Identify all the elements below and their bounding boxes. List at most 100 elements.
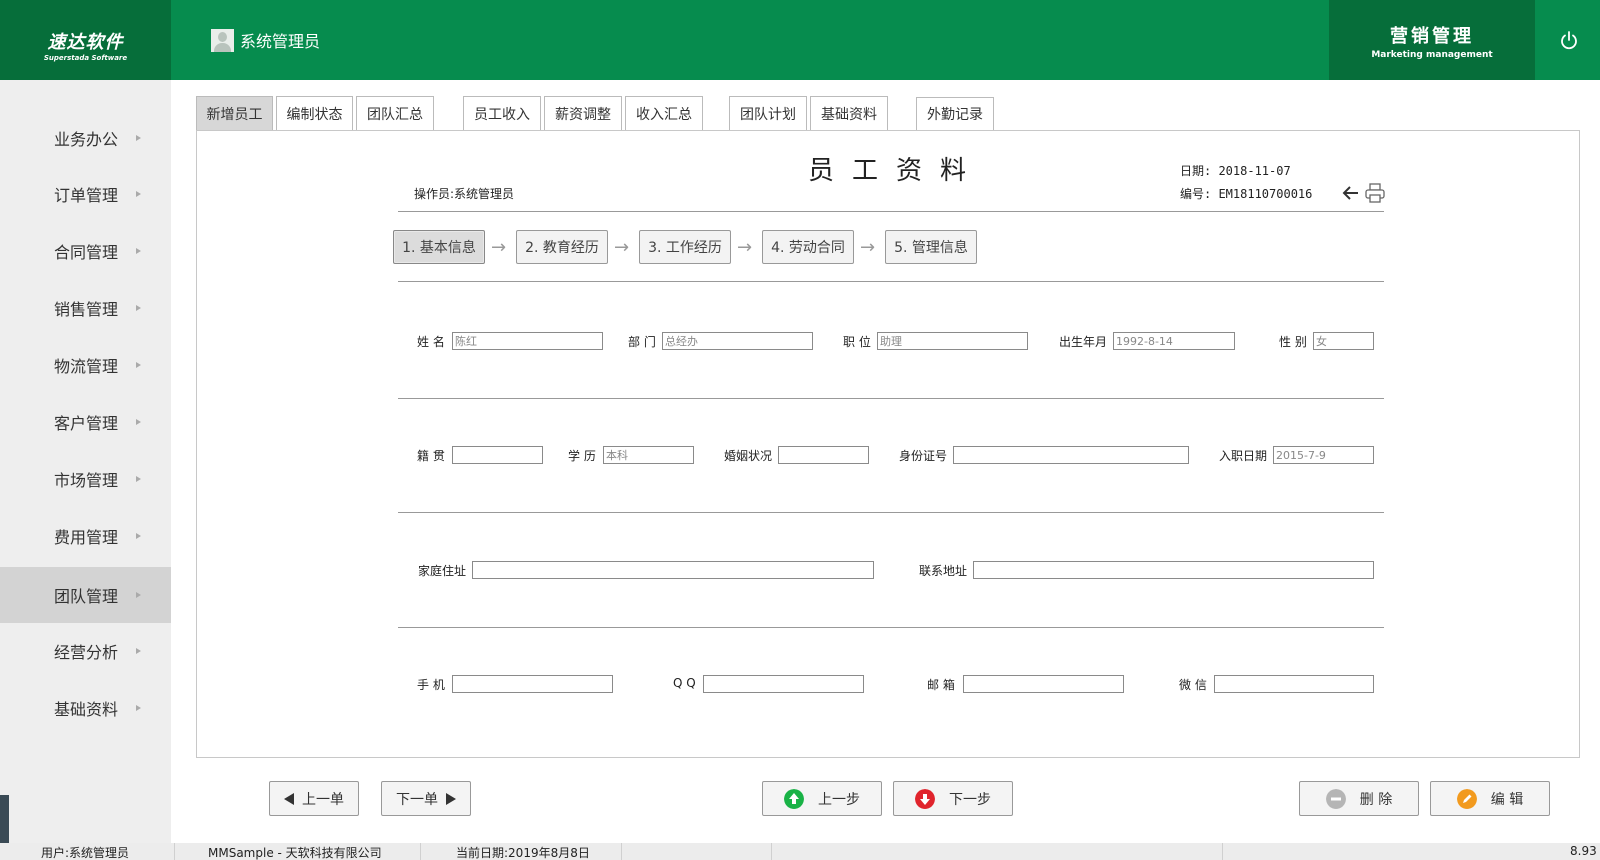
email-label: 邮 箱 (927, 678, 955, 692)
department-label: 部 门 (628, 335, 656, 349)
sidebar-item-team[interactable]: 团队管理 (0, 567, 171, 623)
status-company: MMSample - 天软科技有限公司 (208, 846, 382, 860)
id-card-field[interactable] (953, 446, 1189, 464)
step-labor-contract[interactable]: 4. 劳动合同 (762, 230, 854, 264)
side-handle[interactable] (0, 795, 9, 845)
status-separator (174, 843, 175, 860)
sidebar-item-label: 客户管理 (54, 414, 119, 433)
education-field[interactable] (603, 446, 694, 464)
sidebar-item-orders[interactable]: 订单管理 (0, 166, 171, 222)
sidebar-item-label: 费用管理 (54, 528, 119, 547)
next-record-button[interactable]: 下一单 (381, 781, 471, 816)
qq-label: Q Q (673, 676, 696, 690)
marital-status-field[interactable] (778, 446, 869, 464)
delete-button[interactable]: 删 除 (1299, 781, 1419, 816)
contact-address-field[interactable] (973, 561, 1374, 579)
prev-record-button[interactable]: 上一单 (269, 781, 359, 816)
document-number: 编号: EM18110700016 (1180, 187, 1313, 201)
status-version: 8.93 (1570, 844, 1597, 858)
sidebar-item-basic-data[interactable]: 基础资料 (0, 680, 171, 736)
sidebar-item-contracts[interactable]: 合同管理 (0, 223, 171, 279)
home-address-field[interactable] (472, 561, 874, 579)
sidebar-item-label: 合同管理 (54, 243, 119, 262)
position-field[interactable] (877, 332, 1028, 350)
section-divider (398, 627, 1384, 628)
position-label: 职 位 (843, 335, 871, 349)
tab-income-summary[interactable]: 收入汇总 (625, 96, 703, 130)
sidebar-item-customers[interactable]: 客户管理 (0, 394, 171, 450)
printer-icon[interactable] (1364, 182, 1386, 204)
status-current-date: 当前日期:2019年8月8日 (456, 846, 590, 860)
education-label: 学 历 (568, 449, 596, 463)
prev-record-label: 上一单 (302, 791, 344, 808)
chevron-right-icon (136, 248, 141, 254)
tab-salary-adjust[interactable]: 薪资调整 (544, 96, 622, 130)
step-arrow-icon: → (491, 237, 507, 258)
tab-new-employee[interactable]: 新增员工 (196, 96, 273, 130)
power-icon[interactable] (1557, 28, 1581, 52)
section-divider (398, 281, 1384, 282)
wechat-field[interactable] (1214, 675, 1374, 693)
chevron-right-icon (136, 476, 141, 482)
next-step-button[interactable]: 下一步 (893, 781, 1013, 816)
back-arrow-icon[interactable] (1341, 183, 1361, 203)
sidebar-item-label: 销售管理 (54, 300, 119, 319)
chevron-right-icon (136, 419, 141, 425)
birth-field[interactable] (1113, 332, 1235, 350)
sidebar-item-logistics[interactable]: 物流管理 (0, 337, 171, 393)
next-record-label: 下一单 (396, 791, 438, 808)
section-divider (398, 398, 1384, 399)
status-separator (621, 843, 622, 860)
name-field[interactable] (452, 332, 603, 350)
sidebar-item-label: 经营分析 (54, 643, 119, 662)
id-card-label: 身份证号 (899, 449, 948, 463)
sidebar-item-market[interactable]: 市场管理 (0, 451, 171, 507)
tab-field-records[interactable]: 外勤记录 (916, 97, 994, 131)
tab-team-summary[interactable]: 团队汇总 (356, 96, 434, 130)
sidebar-item-expenses[interactable]: 费用管理 (0, 508, 171, 564)
gender-field[interactable] (1313, 332, 1374, 350)
prev-step-button[interactable]: 上一步 (762, 781, 882, 816)
user-avatar-icon (211, 28, 234, 52)
native-place-field[interactable] (452, 446, 543, 464)
header-divider (398, 211, 1384, 212)
chevron-right-icon (136, 305, 141, 311)
status-user: 用户:系统管理员 (41, 846, 130, 860)
step-arrow-icon: → (614, 237, 630, 258)
user-name: 系统管理员 (240, 32, 321, 51)
sidebar-item-analysis[interactable]: 经营分析 (0, 623, 171, 679)
step-management-info[interactable]: 5. 管理信息 (885, 230, 977, 264)
sidebar-item-label: 基础资料 (54, 700, 119, 719)
logo-title: 速达软件 (47, 32, 124, 53)
tab-staffing-status[interactable]: 编制状态 (276, 96, 353, 130)
tab-basic-data[interactable]: 基础资料 (810, 96, 888, 130)
home-address-label: 家庭住址 (418, 564, 467, 578)
step-education[interactable]: 2. 教育经历 (516, 230, 608, 264)
document-title: 员工资料 (808, 156, 985, 186)
contact-address-label: 联系地址 (919, 564, 968, 578)
tab-team-plan[interactable]: 团队计划 (729, 96, 807, 130)
step-basic-info[interactable]: 1. 基本信息 (393, 230, 485, 264)
triangle-left-icon (284, 792, 294, 805)
department-field[interactable] (662, 332, 813, 350)
qq-field[interactable] (703, 675, 864, 693)
delete-label: 删 除 (1359, 791, 1393, 808)
tab-employee-income[interactable]: 员工收入 (463, 96, 541, 130)
step-work-history[interactable]: 3. 工作经历 (639, 230, 731, 264)
email-field[interactable] (963, 675, 1124, 693)
current-user[interactable]: 系统管理员 (211, 28, 320, 52)
document-date: 日期: 2018-11-07 (1180, 164, 1291, 178)
sidebar-item-sales[interactable]: 销售管理 (0, 280, 171, 336)
edit-button[interactable]: 编 辑 (1430, 781, 1550, 816)
brand-logo: 速达软件 Superstada Software (0, 0, 171, 80)
status-separator (771, 843, 772, 860)
hire-date-field[interactable] (1273, 446, 1374, 464)
sidebar-item-label: 订单管理 (54, 186, 119, 205)
step-arrow-icon: → (737, 237, 753, 258)
sidebar-item-business-office[interactable]: 业务办公 (0, 110, 171, 166)
mobile-field[interactable] (452, 675, 613, 693)
chevron-right-icon (136, 648, 141, 654)
module-title: 营销管理 (1390, 26, 1474, 47)
section-divider (398, 512, 1384, 513)
wechat-label: 微 信 (1179, 678, 1207, 692)
